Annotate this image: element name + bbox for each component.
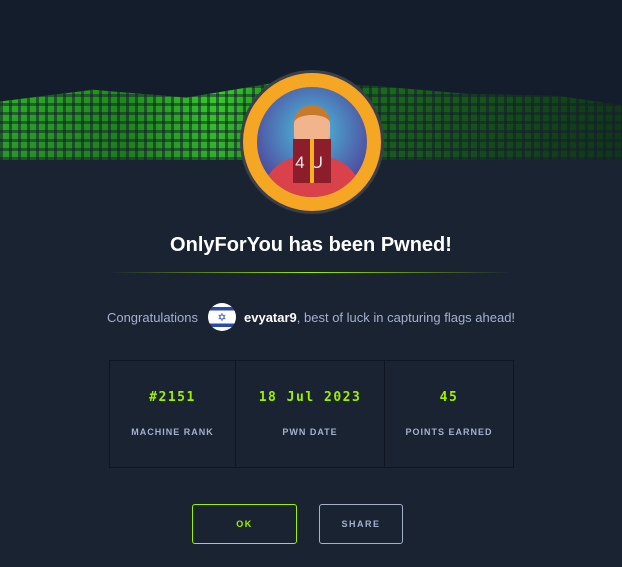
username[interactable]: evyatar9 bbox=[244, 310, 297, 325]
congrats-message: Congratulations ✡ evyatar9 , best of luc… bbox=[0, 303, 622, 331]
israel-flag-icon: ✡ bbox=[208, 303, 237, 331]
stat-value: #2151 bbox=[149, 390, 196, 405]
stats-panel: #2151 MACHINE RANK 18 Jul 2023 PWN DATE … bbox=[109, 360, 514, 468]
stat-label: POINTS EARNED bbox=[405, 427, 493, 437]
congrats-suffix: , best of luck in capturing flags ahead! bbox=[296, 309, 516, 325]
divider bbox=[110, 272, 512, 273]
ok-button[interactable]: OK bbox=[192, 504, 297, 544]
page-title: OnlyForYou has been Pwned! bbox=[170, 234, 452, 256]
share-button[interactable]: SHARE bbox=[319, 504, 403, 544]
gift-logo: 4U bbox=[293, 139, 331, 183]
congrats-prefix: Congratulations bbox=[106, 309, 199, 325]
stat-value: 45 bbox=[439, 390, 459, 405]
stat-pwn-date: 18 Jul 2023 PWN DATE bbox=[236, 361, 385, 467]
stat-value: 18 Jul 2023 bbox=[258, 390, 362, 405]
stat-label: PWN DATE bbox=[282, 427, 338, 437]
machine-badge: 4U bbox=[240, 70, 384, 214]
stat-points-earned: 45 POINTS EARNED bbox=[385, 361, 513, 467]
stat-label: MACHINE RANK bbox=[131, 427, 214, 437]
stat-machine-rank: #2151 MACHINE RANK bbox=[110, 361, 236, 467]
